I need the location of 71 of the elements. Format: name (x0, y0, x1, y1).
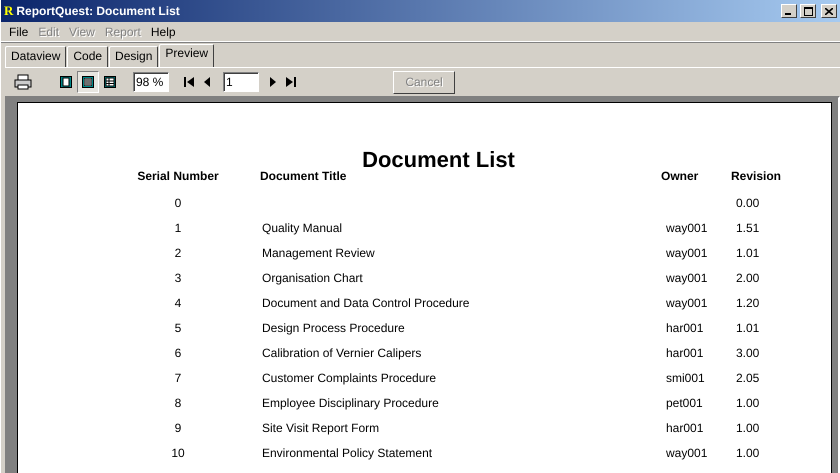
zoom-field[interactable]: 98 % (133, 72, 169, 92)
table-cell: Calibration of Vernier Calipers (262, 346, 422, 360)
maximize-icon (804, 6, 812, 16)
page-layout-icon (104, 76, 116, 88)
table-cell: 3 (174, 271, 182, 285)
table-cell: Environmental Policy Statement (262, 446, 432, 460)
maximize-button[interactable] (800, 4, 816, 18)
previous-icon (204, 77, 210, 87)
column-header: Owner (661, 169, 700, 185)
table-cell: Quality Manual (262, 221, 342, 235)
tab[interactable]: Preview (159, 44, 214, 67)
table-cell: way001 (666, 296, 708, 310)
table-cell: 1 (174, 221, 182, 235)
table-cell: 2.00 (736, 271, 760, 285)
window-title: ReportQuest: Document List (16, 4, 180, 18)
table-cell: har001 (666, 421, 704, 435)
table-cell: 1.51 (736, 221, 760, 235)
first-page-icon (184, 77, 194, 87)
table-cell: 4 (174, 296, 182, 310)
last-page-icon (286, 77, 296, 87)
table-cell: har001 (666, 346, 704, 360)
table-cell: 8 (174, 396, 182, 410)
menu-item[interactable]: File (4, 24, 34, 38)
table-cell: 0 (174, 196, 182, 210)
tab[interactable]: Design (109, 46, 158, 67)
table-cell: pet001 (666, 396, 703, 410)
table-cell: 1.20 (736, 296, 760, 310)
table-cell: 2.05 (736, 371, 760, 385)
tab[interactable]: Dataview (5, 46, 66, 67)
table-cell: 1.01 (736, 321, 760, 335)
table-cell: Customer Complaints Procedure (262, 371, 436, 385)
close-button[interactable] (821, 4, 837, 18)
column-header: Document Title (259, 169, 348, 185)
table-cell: way001 (666, 446, 708, 460)
table-cell: 0.00 (736, 196, 760, 210)
table-cell: Employee Disciplinary Procedure (262, 396, 439, 410)
table-cell: Organisation Chart (262, 271, 363, 285)
page-layout-icon (60, 76, 72, 88)
column-header: Serial Number (136, 169, 220, 185)
next-icon (270, 77, 276, 87)
minimize-button[interactable] (781, 4, 797, 18)
column-header: Revision (731, 169, 782, 185)
table-cell: har001 (666, 321, 704, 335)
table-cell: 1.00 (736, 421, 760, 435)
printer-icon (14, 74, 32, 90)
table-cell: 1.00 (736, 446, 760, 460)
close-icon (825, 8, 833, 14)
table-cell: way001 (666, 221, 708, 235)
app-logo-icon: R (4, 4, 14, 18)
table-cell: 1.00 (736, 396, 760, 410)
table-cell: 5 (174, 321, 182, 335)
table-cell: 10 (171, 446, 185, 460)
table-cell: way001 (666, 246, 708, 260)
table-cell: 6 (174, 346, 182, 360)
view-mode-button[interactable] (77, 71, 99, 93)
table-cell: Document and Data Control Procedure (262, 296, 470, 310)
table-cell: way001 (666, 271, 708, 285)
page-field[interactable]: 1 (223, 72, 259, 92)
tab[interactable]: Code (67, 46, 108, 67)
report-title: Document List (361, 147, 516, 173)
table-cell: Management Review (262, 246, 375, 260)
table-cell: Site Visit Report Form (262, 421, 380, 435)
table-cell: 1.01 (736, 246, 760, 260)
table-cell: 3.00 (736, 346, 760, 360)
table-cell: Design Process Procedure (262, 321, 405, 335)
table-cell: 7 (174, 371, 182, 385)
page-layout-icon (82, 76, 94, 88)
menu-item[interactable]: Help (146, 24, 181, 38)
table-cell: smi001 (666, 371, 705, 385)
table-cell: 2 (174, 246, 182, 260)
table-cell: 9 (174, 421, 182, 435)
